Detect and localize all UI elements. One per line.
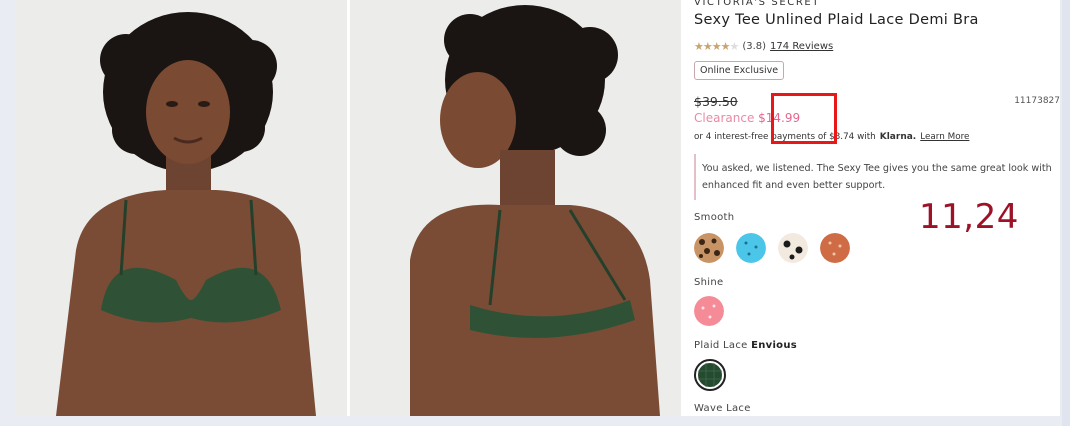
swatch-pink-shine[interactable] [694, 296, 724, 326]
model-front-photo-icon [16, 0, 347, 416]
brand-name: VICTORIA'S SECRET [694, 0, 820, 8]
rating-value: (3.8) [742, 41, 767, 52]
learn-more-link[interactable]: Learn More [920, 132, 969, 142]
klarna-logo-icon: Klarna. [879, 132, 917, 142]
swatch-cream-spots[interactable] [778, 233, 808, 263]
product-image-back[interactable] [350, 0, 681, 416]
leopard-pattern-icon [694, 233, 724, 263]
swatch-blue-dots[interactable] [736, 233, 766, 263]
cream-spots-pattern-icon [778, 233, 808, 263]
clearance-label: Clearance [694, 111, 755, 125]
rust-dots-pattern-icon [820, 233, 850, 263]
green-plaid-pattern-icon [698, 363, 722, 387]
rating-row[interactable]: ★★★★★ (3.8) 174 Reviews [694, 40, 833, 53]
swatch-leopard[interactable] [694, 233, 724, 263]
product-page: VICTORIA'S SECRET Sexy Tee Unlined Plaid… [16, 0, 1060, 416]
original-price: $39.50 [694, 94, 738, 109]
swatch-envious-selected[interactable] [694, 359, 726, 391]
blue-dots-pattern-icon [736, 233, 766, 263]
page-right-border [1062, 0, 1070, 426]
product-details: VICTORIA'S SECRET Sexy Tee Unlined Plaid… [694, 0, 1060, 416]
shine-label: Shine [694, 277, 724, 288]
plaid-lace-text: Plaid Lace [694, 340, 748, 351]
price-highlight-box [771, 93, 837, 144]
selected-color-name: Envious [751, 340, 798, 351]
sku-number: 11173827 [1014, 96, 1060, 106]
model-back-photo-icon [350, 0, 681, 416]
pink-dots-pattern-icon [694, 296, 724, 326]
product-image-front[interactable] [16, 0, 347, 416]
wave-lace-label: Wave Lace [694, 403, 751, 414]
reviews-link[interactable]: 174 Reviews [770, 41, 833, 52]
annotation-label: 11,24 [919, 197, 1019, 237]
product-title: Sexy Tee Unlined Plaid Lace Demi Bra [694, 12, 979, 28]
online-exclusive-badge: Online Exclusive [694, 61, 785, 80]
fit-notice: You asked, we listened. The Sexy Tee giv… [694, 154, 1054, 200]
plaid-lace-label: Plaid Lace Envious [694, 340, 797, 351]
smooth-label: Smooth [694, 212, 735, 223]
swatch-rust-dots[interactable] [820, 233, 850, 263]
star-rating-icon: ★★★★★ [694, 40, 739, 53]
